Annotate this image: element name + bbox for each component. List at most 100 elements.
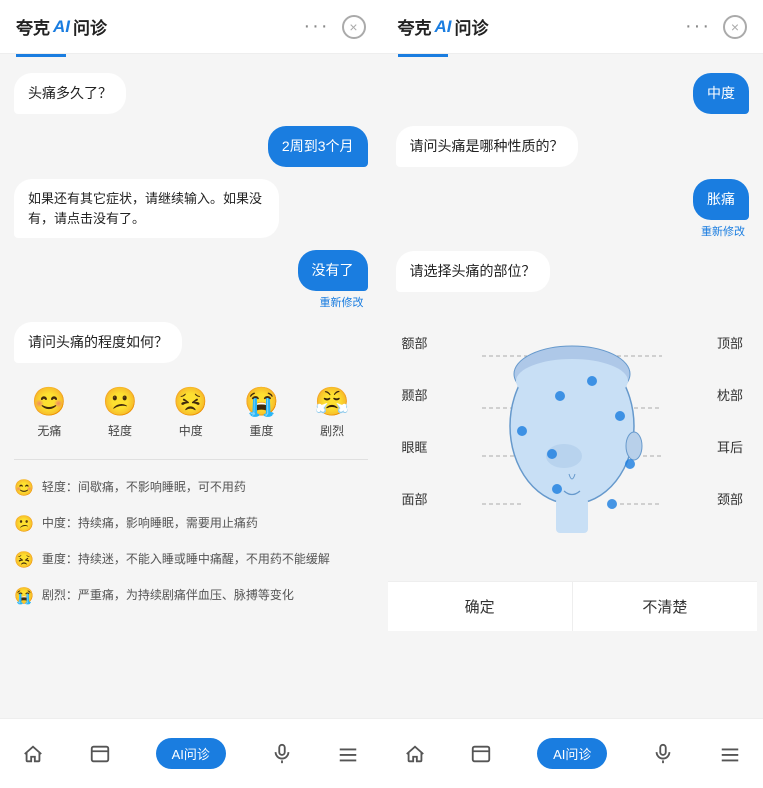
mic-button[interactable]	[271, 743, 293, 765]
pain-emoji-mild: 😕	[103, 385, 138, 418]
right-browser-button[interactable]	[470, 743, 492, 765]
head-diagram-area: 额部 颞部 眼眶 面部 顶部 枕部 耳后 颈部	[382, 308, 763, 718]
label-face[interactable]: 面部	[388, 489, 434, 508]
right-title: 夸克 AI 问诊	[398, 14, 489, 39]
mic-icon	[271, 743, 293, 765]
remodify-button[interactable]: 重新修改	[14, 294, 364, 310]
left-toolbar: AI问诊	[0, 718, 382, 788]
bot-message: 请问头痛是哪种性质的？	[396, 126, 578, 167]
desc-icon-mild: 😊	[14, 478, 34, 498]
table-row: 请问头痛的程度如何？	[14, 322, 368, 363]
desc-icon-severe: 😣	[14, 550, 34, 570]
right-title-prefix: 夸克	[398, 14, 432, 39]
label-neck[interactable]: 颈部	[711, 489, 757, 508]
table-row: 如果还有其它症状，请继续输入。如果没有，请点击没有了。	[14, 179, 368, 238]
right-chat-area: 中度 请问头痛是哪种性质的？ 胀痛 重新修改 请选择头痛的部位？	[382, 57, 763, 308]
message-group: 没有了 重新修改	[14, 250, 368, 310]
table-row: 2周到3个月	[14, 126, 368, 167]
right-toolbar: AI问诊	[382, 718, 763, 788]
browser-button[interactable]	[89, 743, 111, 765]
confirm-button[interactable]: 确定	[388, 582, 573, 631]
bot-message: 请问头痛的程度如何？	[14, 322, 182, 363]
right-header-actions: ··· ×	[685, 15, 747, 39]
pain-option-severe[interactable]: 😭 重度	[244, 385, 279, 439]
home-button[interactable]	[22, 743, 44, 765]
right-menu-icon	[719, 743, 741, 765]
list-item: 😭 剧烈：严重痛，为持续剧痛伴血压、脉搏等变化	[14, 584, 368, 608]
bot-message: 头痛多久了？	[14, 73, 126, 114]
bot-message: 如果还有其它症状，请继续输入。如果没有，请点击没有了。	[14, 179, 279, 238]
home-icon	[22, 743, 44, 765]
left-title: 夸克 AI 问诊	[16, 14, 107, 39]
pain-emoji-extreme: 😤	[315, 385, 350, 418]
label-temple[interactable]: 颞部	[388, 385, 434, 404]
message-group: 胀痛 重新修改	[396, 179, 750, 239]
left-header: 夸克 AI 问诊 ··· ×	[0, 0, 382, 54]
head-svg-container	[434, 326, 712, 566]
diagram-grid: 额部 颞部 眼眶 面部 顶部 枕部 耳后 颈部	[388, 316, 758, 581]
list-item: 😣 重度：持续迷，不能入睡或睡中痛醒，不用药不能缓解	[14, 548, 368, 572]
label-occiput[interactable]: 枕部	[711, 385, 757, 404]
right-browser-icon	[470, 743, 492, 765]
pain-label-none: 无痛	[37, 422, 61, 439]
diagram-buttons: 确定 不清楚	[388, 581, 758, 631]
desc-icon-moderate: 😕	[14, 514, 34, 534]
right-mic-icon	[652, 743, 674, 765]
right-panel: 夸克 AI 问诊 ··· × 中度 请问头痛是哪种性质的？ 胀痛	[382, 0, 763, 788]
right-title-suffix: 问诊	[455, 14, 489, 39]
user-message: 2周到3个月	[268, 126, 368, 167]
left-more-button[interactable]: ···	[304, 15, 330, 38]
right-header: 夸克 AI 问诊 ··· ×	[382, 0, 763, 54]
pain-label-mild: 轻度	[108, 422, 132, 439]
right-title-ai: AI	[435, 17, 452, 37]
pain-option-none[interactable]: 😊 无痛	[32, 385, 67, 439]
right-close-button[interactable]: ×	[723, 15, 747, 39]
bot-message: 请选择头痛的部位？	[396, 251, 550, 292]
menu-icon	[337, 743, 359, 765]
pain-emoji-none: 😊	[32, 385, 67, 418]
label-top[interactable]: 顶部	[711, 333, 757, 352]
right-mic-button[interactable]	[652, 743, 674, 765]
list-item: 😊 轻度：间歇痛，不影响睡眠，可不用药	[14, 476, 368, 500]
pain-label-severe: 重度	[249, 422, 273, 439]
pain-emoji-severe: 😭	[244, 385, 279, 418]
label-eye[interactable]: 眼眶	[388, 437, 434, 456]
left-title-ai: AI	[53, 17, 70, 37]
left-panel: 夸克 AI 问诊 ··· × 头痛多久了？ 2周到3个月 如果还有其它症状，请继…	[0, 0, 382, 788]
right-more-button[interactable]: ···	[685, 15, 711, 38]
right-home-icon	[404, 743, 426, 765]
menu-button[interactable]	[337, 743, 359, 765]
label-forehead[interactable]: 额部	[388, 333, 434, 352]
pain-emoji-moderate: 😣	[173, 385, 208, 418]
table-row: 请选择头痛的部位？	[396, 251, 750, 292]
pain-option-extreme[interactable]: 😤 剧烈	[315, 385, 350, 439]
pain-option-moderate[interactable]: 😣 中度	[173, 385, 208, 439]
left-header-actions: ··· ×	[304, 15, 366, 39]
pain-label-extreme: 剧烈	[320, 422, 344, 439]
diagram-wrapper: 额部 颞部 眼眶 面部 顶部 枕部 耳后 颈部	[382, 308, 763, 718]
head-diagram-svg	[482, 326, 662, 566]
right-menu-button[interactable]	[719, 743, 741, 765]
right-ai-consult-button[interactable]: AI问诊	[537, 738, 607, 769]
table-row: 中度	[396, 73, 750, 114]
table-row: 胀痛	[396, 179, 750, 220]
right-home-button[interactable]	[404, 743, 426, 765]
left-close-button[interactable]: ×	[342, 15, 366, 39]
pain-option-mild[interactable]: 😕 轻度	[103, 385, 138, 439]
table-row: 没有了	[14, 250, 368, 291]
ai-consult-button[interactable]: AI问诊	[156, 738, 226, 769]
list-item: 😕 中度：持续痛，影响睡眠，需要用止痛药	[14, 512, 368, 536]
pain-options-row: 😊 无痛 😕 轻度 😣 中度 😭 重度 😤 剧烈	[14, 375, 368, 443]
user-message: 没有了	[298, 250, 368, 291]
left-title-prefix: 夸克	[16, 14, 50, 39]
right-remodify-button[interactable]: 重新修改	[396, 223, 746, 239]
user-message: 中度	[693, 73, 749, 114]
pain-label-moderate: 中度	[179, 422, 203, 439]
unsure-button[interactable]: 不清楚	[573, 582, 757, 631]
left-chat-area: 头痛多久了？ 2周到3个月 如果还有其它症状，请继续输入。如果没有，请点击没有了…	[0, 57, 382, 718]
table-row: 请问头痛是哪种性质的？	[396, 126, 750, 167]
browser-icon	[89, 743, 111, 765]
left-title-suffix: 问诊	[73, 14, 107, 39]
divider	[14, 459, 368, 460]
label-behind-ear[interactable]: 耳后	[711, 437, 757, 456]
